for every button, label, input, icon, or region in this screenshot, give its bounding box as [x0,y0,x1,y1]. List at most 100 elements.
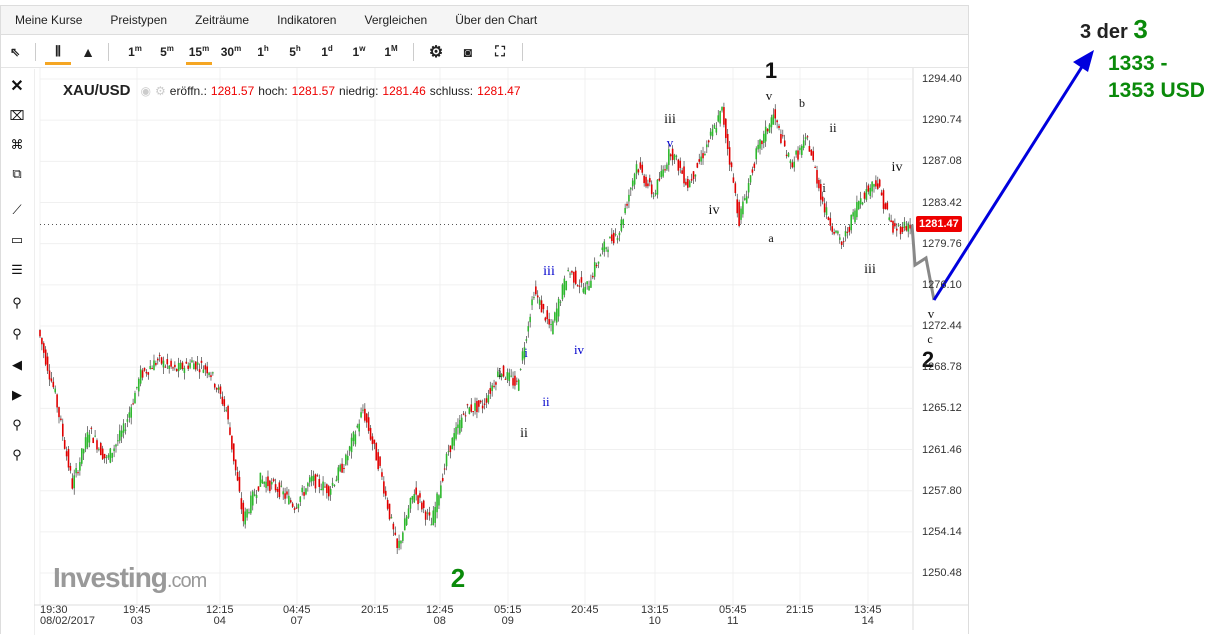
candle [584,286,587,294]
candle [187,365,189,369]
candle [882,190,885,209]
candle [544,317,547,321]
candle [270,482,273,485]
candle [291,503,294,507]
candle [189,363,191,368]
candle [261,479,264,484]
candle [77,472,79,474]
candle [164,366,167,368]
candle [645,176,647,187]
candle [829,218,832,226]
candle [787,153,790,157]
candle [626,203,628,206]
candle [193,363,195,370]
candle [322,481,324,491]
candle [400,540,402,544]
candle [540,300,543,313]
candle [132,403,134,405]
candle [272,479,275,482]
candle [286,491,288,495]
candle [751,169,754,173]
candle [618,232,621,236]
candle [479,400,482,403]
target-range-line1: 1333 - [1108,52,1168,75]
candle [578,285,581,287]
candle [50,378,53,382]
candle [274,484,277,491]
candle [120,430,123,437]
candle [700,156,702,162]
candle [687,179,689,188]
y-tick-label: 1294.40 [922,73,962,85]
candle [232,443,235,462]
candle [780,133,782,143]
investing-logo: Investing.com [53,562,207,594]
candle [196,362,199,365]
candle [240,498,243,510]
candle [407,508,410,518]
candle [734,183,737,194]
candle [548,319,550,325]
candle [576,285,579,287]
candle [745,196,748,204]
y-tick-label: 1261.46 [922,443,962,456]
x-tick-label: 12:45 08 [426,604,454,627]
candle [295,507,298,509]
candle [702,153,704,159]
target-price-range: 1333 - 1353 USD [1108,50,1205,104]
candle [438,495,440,506]
candle [346,455,349,461]
close-label: schluss: [429,83,474,98]
eye-icon[interactable]: ◉ [141,84,151,98]
candle [588,285,590,291]
wave-label: i [524,345,528,360]
candle [863,192,866,199]
candle [139,369,142,384]
candle [381,472,383,477]
candle [666,164,668,170]
candle [538,299,541,305]
candle [502,365,505,377]
candle [46,356,49,371]
candle [405,516,408,525]
candle [757,144,759,150]
candle [434,506,436,523]
candle [42,343,45,353]
candle [73,475,75,489]
candle [706,144,708,148]
candle [312,475,315,481]
candle [869,187,872,196]
candle [656,179,659,195]
candle [878,179,881,187]
candle [155,363,157,365]
candle [219,386,222,394]
candle [293,508,296,510]
candle [447,451,450,453]
candle [812,151,815,161]
candle [612,232,615,244]
candle [394,532,397,535]
arrow-head-icon [1073,50,1094,72]
x-tick-label: 19:45 03 [123,604,151,627]
candle [362,409,364,411]
candle [61,423,64,437]
candle [464,415,467,417]
candle [785,154,788,157]
wave-label: iii [864,262,876,277]
candle [848,226,851,232]
candle [98,448,100,450]
candle [563,278,566,295]
candle [797,150,799,160]
x-tick-label: 19:30 08/02/2017 [40,604,96,627]
candle [550,324,552,326]
candle [728,147,731,165]
candle [468,407,471,414]
candle [685,181,687,185]
candle [460,417,463,429]
gear-icon[interactable]: ⚙ [155,84,166,98]
candle [692,171,695,180]
candle [67,448,70,468]
candle [310,476,313,482]
candle [852,212,854,217]
close-value: 1281.47 [477,83,521,98]
